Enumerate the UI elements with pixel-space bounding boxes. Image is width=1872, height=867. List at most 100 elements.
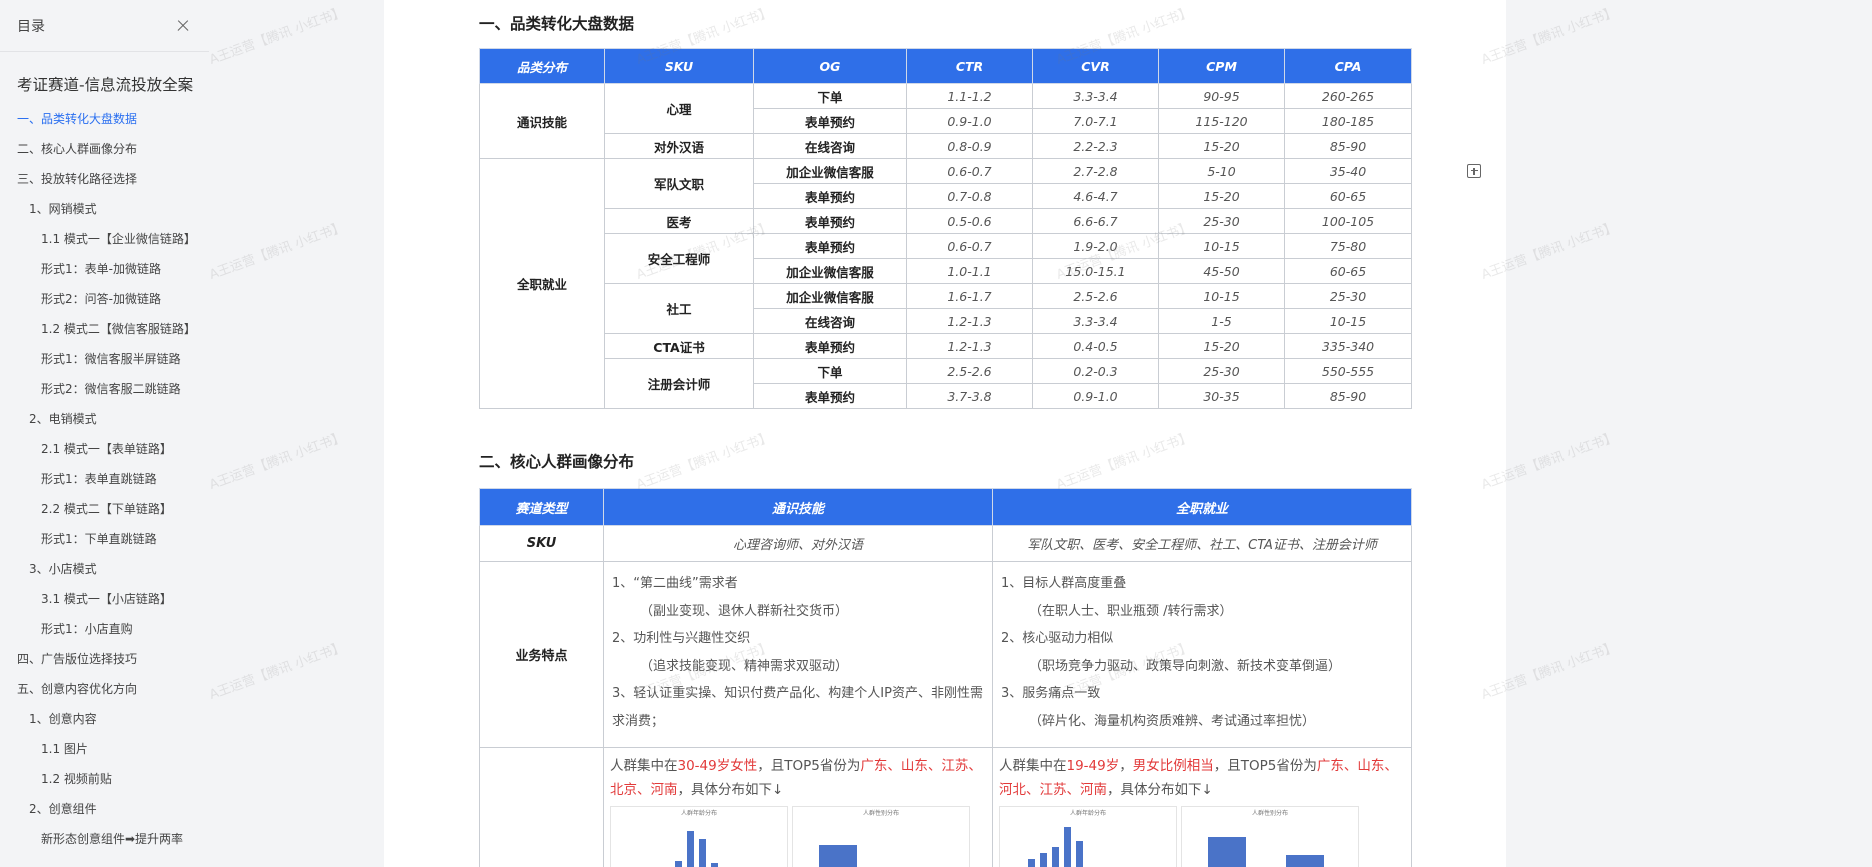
header-cell: OG [753, 48, 907, 84]
og-cell: 表单预约 [753, 383, 907, 409]
document-title[interactable]: 考证赛道-信息流投放全案 [0, 52, 209, 104]
table-row: 对外汉语 在线咨询 0.8-0.9 2.2-2.3 15-20 85-90 [480, 133, 1412, 159]
toc-item[interactable]: 3.1 模式一【小店链路】 [0, 584, 209, 614]
toc-item[interactable]: 1.2 视频前贴 [0, 764, 209, 794]
table-row: 全职就业 军队文职 加企业微信客服 0.6-0.7 2.7-2.8 5-10 35-40 [479, 158, 1412, 409]
toc-header: 目录 [0, 0, 209, 52]
ctr-cell: 1.1-1.2 [906, 83, 1033, 109]
cvr-cell: 2.2-2.3 [1032, 133, 1159, 159]
toc-item[interactable]: 形式2：问答-加微链路 [0, 284, 209, 314]
cpa-cell: 60-65 [1284, 183, 1412, 209]
chart-bar [687, 831, 694, 867]
og-cell: 下单 [753, 83, 907, 109]
ctr-cell: 2.5-2.6 [906, 358, 1033, 384]
og-cell: 表单预约 [753, 183, 907, 209]
persona-table: 赛道类型 通识技能 全职就业 SKU 心理咨询师、对外汉语 军队文职、医考、安全… [479, 488, 1412, 867]
ctr-cell: 0.8-0.9 [906, 133, 1033, 159]
cvr-cell: 0.2-0.3 [1032, 358, 1159, 384]
toc-item[interactable]: 形式1：微信客服半屏链路 [0, 344, 209, 374]
sku-cell: 注册会计师 [604, 358, 754, 409]
cpm-cell: 25-30 [1158, 208, 1285, 234]
row-label: SKU [479, 525, 604, 562]
toc-item[interactable]: 1.2 模式二【微信客服链路】 [0, 314, 209, 344]
chart-bar [675, 861, 682, 867]
toc-item[interactable]: 一、品类转化大盘数据 [0, 104, 209, 134]
toc-item[interactable]: 2、创意组件 [0, 794, 209, 824]
cvr-cell: 2.7-2.8 [1032, 158, 1159, 184]
ctr-cell: 0.5-0.6 [906, 208, 1033, 234]
header-cell: CVR [1032, 48, 1159, 84]
cvr-cell: 0.4-0.5 [1032, 333, 1159, 359]
cvr-cell: 1.9-2.0 [1032, 233, 1159, 259]
cpa-cell: 10-15 [1284, 308, 1412, 334]
header-cell: CPA [1284, 48, 1412, 84]
og-cell: 在线咨询 [753, 308, 907, 334]
cpa-cell: 35-40 [1284, 158, 1412, 184]
toc-item[interactable]: 形式2：微信客服二跳链路 [0, 374, 209, 404]
header-cell: SKU [604, 48, 754, 84]
cpm-cell: 25-30 [1158, 358, 1285, 384]
cpa-cell: 60-65 [1284, 258, 1412, 284]
toc-item[interactable]: 新形态创意组件➡提升两率 [0, 824, 209, 854]
table-cell: 军队文职、医考、安全工程师、社工、CTA证书、注册会计师 [992, 525, 1412, 562]
toc-item[interactable]: 形式1：下单直跳链路 [0, 524, 209, 554]
cpm-cell: 90-95 [1158, 83, 1285, 109]
chart-bar [1064, 827, 1071, 867]
add-comment-icon[interactable] [1467, 164, 1481, 178]
toc-sidebar: 目录 考证赛道-信息流投放全案 一、品类转化大盘数据 二、核心人群画像分布 三、投放… [0, 0, 209, 867]
toc-item[interactable]: 1、网销模式 [0, 194, 209, 224]
feature-line: （职场竞争力驱动、政策导向刺激、新技术变革倒逼） [1029, 658, 1342, 674]
toc-item[interactable]: 形式1：小店直购 [0, 614, 209, 644]
cvr-cell: 7.0-7.1 [1032, 108, 1159, 134]
ctr-cell: 0.7-0.8 [906, 183, 1033, 209]
cpa-cell: 335-340 [1284, 333, 1412, 359]
cpm-cell: 15-20 [1158, 133, 1285, 159]
ctr-cell: 0.9-1.0 [906, 108, 1033, 134]
table-header-row: 品类分布 SKU OG CTR CVR CPM CPA [479, 48, 1412, 84]
distribution-cell: 人群集中在30-49岁女性，且TOP5省份为广东、山东、江苏、北京、河南，具体分… [603, 747, 993, 867]
header-cell: CPM [1158, 48, 1285, 84]
toc-item[interactable]: 三、投放转化路径选择 [0, 164, 209, 194]
sku-cell: CTA证书 [604, 333, 754, 359]
table-row: 安全工程师 表单预约 0.6-0.7 1.9-2.0 10-15 75-80 [480, 233, 1412, 284]
ctr-cell: 0.6-0.7 [906, 233, 1033, 259]
cpm-cell: 15-20 [1158, 333, 1285, 359]
toc-item[interactable]: 2、电销模式 [0, 404, 209, 434]
toc-item[interactable]: 2.2 模式二【下单链路】 [0, 494, 209, 524]
header-cell: 通识技能 [603, 488, 993, 526]
toc-item[interactable]: 形式1：表单-加微链路 [0, 254, 209, 284]
gender-distribution-chart: 人群性别分布 [792, 806, 970, 867]
cpm-cell: 10-15 [1158, 233, 1285, 259]
chart-bar [819, 845, 857, 867]
og-cell: 在线咨询 [753, 133, 907, 159]
feature-line: （副业变现、退休人群新社交货币） [640, 603, 849, 619]
sku-cell: 社工 [604, 283, 754, 334]
document-page: 一、品类转化大盘数据 品类分布 SKU OG CTR CVR CPM CPA 通… [384, 0, 1506, 867]
watermark: A王运营【腾讯 小红书】 [207, 429, 347, 493]
cvr-cell: 3.3-3.4 [1032, 308, 1159, 334]
cvr-cell: 4.6-4.7 [1032, 183, 1159, 209]
toc-item[interactable]: 1、创意内容 [0, 704, 209, 734]
toc-item[interactable]: 3、小店模式 [0, 554, 209, 584]
toc-item[interactable]: 五、创意内容优化方向 [0, 674, 209, 704]
chart-bar [1052, 847, 1059, 867]
cpm-cell: 5-10 [1158, 158, 1285, 184]
cpa-cell: 100-105 [1284, 208, 1412, 234]
ctr-cell: 0.6-0.7 [906, 158, 1033, 184]
toc-item[interactable]: 2.1 模式一【表单链路】 [0, 434, 209, 464]
toc-item[interactable]: 形式1：表单直跳链路 [0, 464, 209, 494]
distribution-cell: 人群集中在19-49岁，男女比例相当，且TOP5省份为广东、山东、河北、江苏、河… [992, 747, 1412, 867]
close-icon[interactable] [175, 18, 191, 34]
toc-item[interactable]: 1.1 模式一【企业微信链路】 [0, 224, 209, 254]
toc-item[interactable]: 二、核心人群画像分布 [0, 134, 209, 164]
table-row: 医考 表单预约 0.5-0.6 6.6-6.7 25-30 100-105 [480, 208, 1412, 234]
table-row: 社工 加企业微信客服 1.6-1.7 2.5-2.6 10-15 25-30 [480, 283, 1412, 334]
feature-line: 3、服务痛点一致 [1001, 686, 1101, 701]
header-cell: 赛道类型 [479, 488, 604, 526]
header-cell: CTR [906, 48, 1033, 84]
toc-item[interactable]: 四、广告版位选择技巧 [0, 644, 209, 674]
feature-line: 3、轻认证重实操、知识付费产品化、构建个人IP资产、非刚性需求消费； [612, 686, 983, 729]
sku-cell: 心理 [604, 83, 754, 134]
toc-item[interactable]: 1.1 图片 [0, 734, 209, 764]
cpm-cell: 45-50 [1158, 258, 1285, 284]
